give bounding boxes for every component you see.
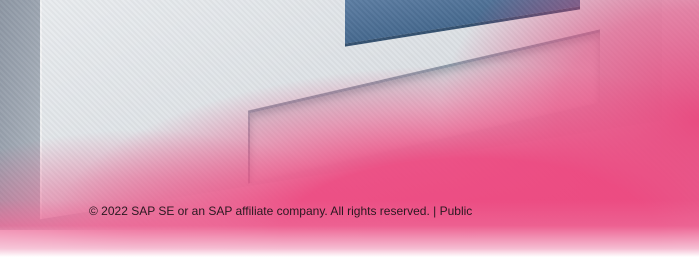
slide-closing-page: © 2022 SAP SE or an SAP affiliate compan… — [0, 0, 699, 257]
copyright-notice: © 2022 SAP SE or an SAP affiliate compan… — [89, 204, 473, 218]
